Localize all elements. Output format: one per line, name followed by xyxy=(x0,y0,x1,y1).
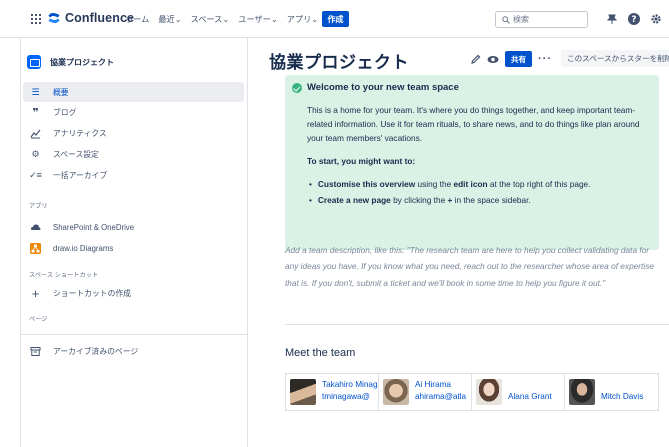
edit-icon[interactable] xyxy=(470,54,481,65)
list-item: Customise this overview using the edit i… xyxy=(309,176,591,192)
avatar xyxy=(569,379,595,405)
space-sidebar: 協業プロジェクト ☰ 概要 ❞ ブログ アナリティクス ⚙ スペース設定 ✓≡ … xyxy=(20,38,248,447)
avatar xyxy=(476,379,502,405)
sidebar-item-label: ショートカットの作成 xyxy=(53,288,131,298)
help-icon[interactable]: ? xyxy=(627,12,641,26)
space-avatar-icon xyxy=(27,55,41,69)
more-actions-icon[interactable]: ··· xyxy=(538,53,552,65)
blog-icon: ❞ xyxy=(32,106,39,119)
panel-subheading: To start, you might want to: xyxy=(307,156,416,166)
welcome-panel: Welcome to your new team space This is a… xyxy=(285,75,659,250)
shortcuts-heading: スペース ショートカット xyxy=(29,272,99,279)
search-placeholder: 検索 xyxy=(513,15,529,24)
sidebar-item-label: SharePoint & OneDrive xyxy=(53,222,135,232)
success-check-icon xyxy=(292,83,302,93)
member-name[interactable]: Takahiro Minagawa xyxy=(322,380,378,389)
settings-gear-icon[interactable] xyxy=(649,12,663,26)
nav-spaces[interactable]: スペース⌄ xyxy=(191,13,230,25)
page-content: 協業プロジェクト 共有 ··· このスペースからスターを削除 Welcome t… xyxy=(248,38,669,447)
search-icon xyxy=(502,15,510,24)
member-name[interactable]: Ai Hirama xyxy=(415,380,451,389)
nav-apps[interactable]: アプリ⌄ xyxy=(287,13,318,25)
space-name: 協業プロジェクト xyxy=(50,57,114,67)
page-actions: 共有 ··· xyxy=(470,51,552,67)
sidebar-app-sharepoint[interactable]: SharePoint & OneDrive xyxy=(23,217,244,237)
sidebar-item-space-settings[interactable]: ⚙ スペース設定 xyxy=(23,144,244,164)
panel-title: Welcome to your new team space xyxy=(307,82,459,93)
cloud-icon xyxy=(31,224,41,230)
member-email[interactable]: ahirama@atla xyxy=(415,392,466,401)
sidebar-item-label: アナリティクス xyxy=(53,128,107,138)
overview-icon: ☰ xyxy=(31,86,40,97)
apps-heading: アプリ xyxy=(29,203,48,210)
product-name: Confluence xyxy=(65,11,135,25)
sidebar-app-drawio[interactable]: draw.io Diagrams xyxy=(23,238,244,258)
archive-icon xyxy=(30,346,41,356)
team-description-placeholder: Add a team description, like this: "The … xyxy=(285,245,654,288)
share-button[interactable]: 共有 xyxy=(505,51,532,67)
avatar xyxy=(290,379,316,405)
watch-icon[interactable] xyxy=(487,54,499,65)
analytics-icon xyxy=(30,129,41,138)
drawio-icon xyxy=(30,242,41,254)
panel-body: This is a home for your team. It's where… xyxy=(307,105,640,143)
sidebar-item-label: draw.io Diagrams xyxy=(53,243,114,253)
add-shortcut-button[interactable]: + ショートカットの作成 xyxy=(23,283,244,303)
nav-home[interactable]: ホーム xyxy=(125,13,149,25)
settings-icon: ⚙ xyxy=(31,148,40,159)
member-card[interactable]: Ai Hirama ahirama@atla xyxy=(379,374,472,410)
top-navigation: Confluence ホーム 最近⌄ スペース⌄ ユーザー⌄ アプリ⌄ 作成 検… xyxy=(0,0,669,38)
member-email[interactable]: tminagawa@ xyxy=(322,392,370,401)
search-input[interactable]: 検索 xyxy=(495,11,588,28)
team-members: Takahiro Minagawa tminagawa@ Ai Hirama a… xyxy=(285,373,659,411)
member-card[interactable]: Alana Grant xyxy=(472,374,565,410)
unstar-space-button[interactable]: このスペースからスターを削除 xyxy=(561,50,669,67)
member-name[interactable]: Mitch Davis xyxy=(601,392,643,401)
sidebar-item-label: 一括アーカイブ xyxy=(53,170,108,180)
nav-people[interactable]: ユーザー⌄ xyxy=(238,13,277,25)
sidebar-item-bulk-archive[interactable]: ✓≡ 一括アーカイブ xyxy=(23,165,244,185)
main-nav: ホーム 最近⌄ スペース⌄ ユーザー⌄ アプリ⌄ xyxy=(125,13,327,25)
svg-text:?: ? xyxy=(631,15,636,25)
notifications-icon[interactable] xyxy=(605,12,619,26)
avatar xyxy=(383,379,409,405)
sidebar-item-label: スペース設定 xyxy=(53,149,99,159)
member-name[interactable]: Alana Grant xyxy=(508,392,552,401)
nav-recent[interactable]: 最近⌄ xyxy=(158,13,181,25)
sidebar-item-blog[interactable]: ❞ ブログ xyxy=(23,102,244,122)
plus-icon: + xyxy=(31,285,40,301)
confluence-logo-icon xyxy=(48,13,60,23)
panel-list: Customise this overview using the edit i… xyxy=(309,176,591,208)
list-item: Create a new page by clicking the + in t… xyxy=(309,192,590,208)
sidebar-item-overview[interactable]: ☰ 概要 xyxy=(23,82,244,102)
page-title: 協業プロジェクト xyxy=(269,53,409,72)
bulk-archive-icon: ✓≡ xyxy=(29,169,42,180)
sidebar-item-analytics[interactable]: アナリティクス xyxy=(23,123,244,143)
create-button[interactable]: 作成 xyxy=(322,11,349,27)
member-card[interactable]: Mitch Davis xyxy=(565,374,658,410)
section-divider xyxy=(285,324,669,325)
space-header[interactable]: 協業プロジェクト xyxy=(27,55,114,69)
app-switcher-icon[interactable] xyxy=(31,14,41,24)
sidebar-item-label: アーカイブ済みのページ xyxy=(53,346,139,356)
pages-heading: ページ xyxy=(29,316,48,323)
member-card[interactable]: Takahiro Minagawa tminagawa@ xyxy=(286,374,379,410)
team-heading: Meet the team xyxy=(285,347,356,359)
sidebar-item-archived-pages[interactable]: アーカイブ済みのページ xyxy=(23,341,244,361)
sidebar-item-label: 概要 xyxy=(53,87,69,97)
confluence-logo[interactable]: Confluence xyxy=(47,11,134,25)
sidebar-divider xyxy=(21,334,248,335)
sidebar-item-label: ブログ xyxy=(53,107,77,117)
